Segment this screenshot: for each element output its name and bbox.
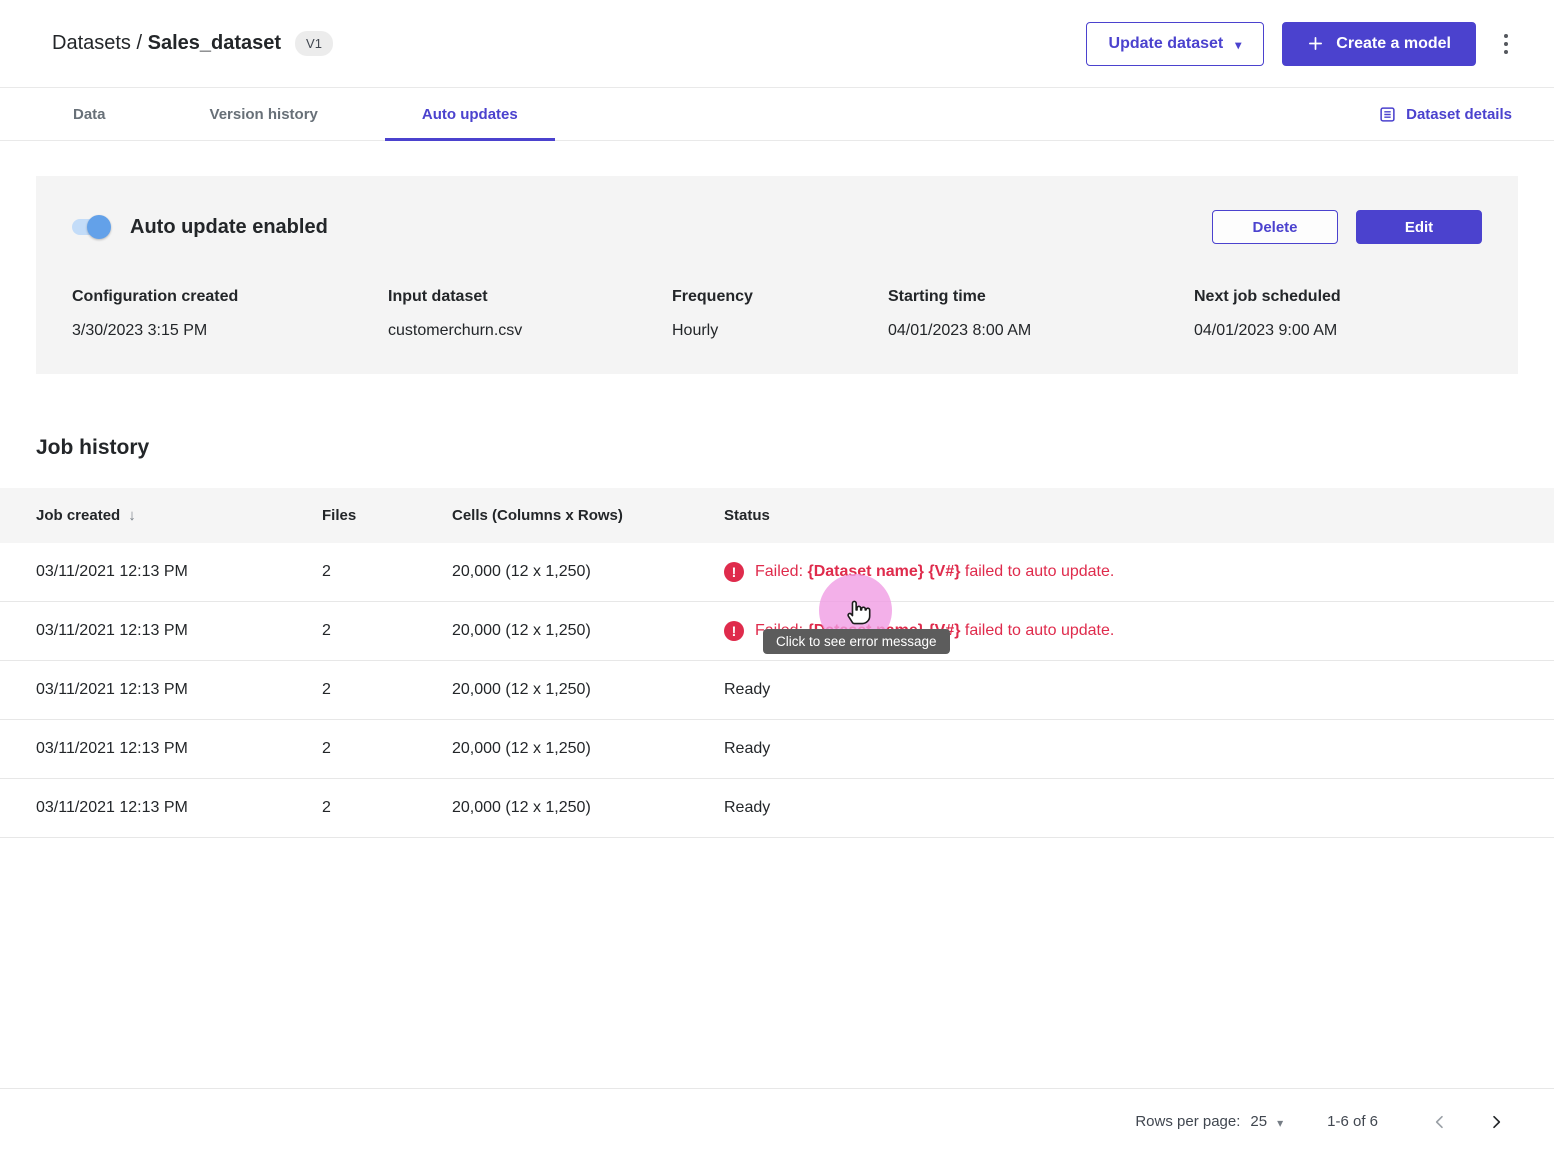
cell-job-created: 03/11/2021 12:13 PM — [0, 622, 322, 640]
cell-job-created: 03/11/2021 12:13 PM — [0, 681, 322, 699]
chevron-left-icon — [1432, 1114, 1448, 1130]
job-history-title: Job history — [36, 436, 1554, 460]
page-title: Datasets / Sales_dataset — [52, 32, 281, 55]
cell-job-created: 03/11/2021 12:13 PM — [0, 563, 322, 581]
chevron-down-icon: ▾ — [1235, 39, 1241, 51]
field-value: Hourly — [672, 322, 868, 340]
toggle-knob — [87, 215, 111, 239]
table-row: 03/11/2021 12:13 PM 2 20,000 (12 x 1,250… — [0, 779, 1554, 838]
delete-button[interactable]: Delete — [1212, 210, 1338, 244]
tab-auto-updates-label: Auto updates — [422, 106, 518, 123]
auto-update-toggle-label: Auto update enabled — [130, 216, 328, 239]
column-header-cells: Cells (Columns x Rows) — [452, 507, 724, 524]
status-text: Ready — [724, 740, 770, 758]
table-row: 03/11/2021 12:13 PM 2 20,000 (12 x 1,250… — [0, 720, 1554, 779]
status-ready: Ready — [724, 681, 1554, 699]
plus-icon — [1307, 35, 1324, 52]
status-text: Ready — [724, 799, 770, 817]
create-model-button[interactable]: Create a model — [1282, 22, 1476, 66]
cell-files: 2 — [322, 563, 452, 581]
status-text: Failed: {Dataset name} {V#} failed to au… — [755, 563, 1114, 581]
field-value: 3/30/2023 3:15 PM — [72, 322, 368, 340]
field-value: customerchurn.csv — [388, 322, 652, 340]
status-ready: Ready — [724, 740, 1554, 758]
auto-update-panel: Auto update enabled Delete Edit Configur… — [36, 176, 1518, 374]
cell-cells: 20,000 (12 x 1,250) — [452, 799, 724, 817]
field-label: Configuration created — [72, 288, 368, 306]
column-header-job-created[interactable]: Job created ↓ — [0, 507, 322, 524]
field-input-dataset: Input dataset customerchurn.csv — [388, 288, 672, 340]
tab-data[interactable]: Data — [36, 88, 143, 140]
tab-auto-updates[interactable]: Auto updates — [385, 88, 555, 140]
header-actions: Update dataset ▾ Create a model — [1086, 22, 1518, 66]
table-row: 03/11/2021 12:13 PM 2 20,000 (12 x 1,250… — [0, 543, 1554, 602]
field-label: Frequency — [672, 288, 868, 306]
field-starting-time: Starting time 04/01/2023 8:00 AM — [888, 288, 1194, 340]
auto-update-panel-buttons: Delete Edit — [1212, 210, 1482, 244]
cell-cells: 20,000 (12 x 1,250) — [452, 622, 724, 640]
update-dataset-button[interactable]: Update dataset ▾ — [1086, 22, 1265, 66]
tab-data-label: Data — [73, 106, 106, 123]
pagination-range: 1-6 of 6 — [1327, 1113, 1378, 1130]
version-badge: V1 — [295, 31, 333, 56]
chevron-down-icon: ▾ — [1277, 1117, 1283, 1129]
auto-update-fields: Configuration created 3/30/2023 3:15 PM … — [72, 288, 1482, 340]
column-header-status: Status — [724, 507, 1554, 524]
rows-per-page-select[interactable]: Rows per page: 25 ▾ — [1135, 1113, 1283, 1130]
cell-job-created: 03/11/2021 12:13 PM — [0, 799, 322, 817]
auto-update-toggle[interactable] — [72, 219, 108, 235]
job-history-table: Job created ↓ Files Cells (Columns x Rows… — [0, 488, 1554, 838]
page: Datasets / Sales_dataset V1 Update datas… — [0, 0, 1554, 1154]
cell-cells: 20,000 (12 x 1,250) — [452, 681, 724, 699]
tab-bar: Data Version history Auto updates Datase… — [0, 87, 1554, 141]
cell-cells: 20,000 (12 x 1,250) — [452, 563, 724, 581]
pagination-bar: Rows per page: 25 ▾ 1-6 of 6 — [0, 1088, 1554, 1154]
rows-per-page-label: Rows per page: — [1135, 1113, 1240, 1130]
chevron-right-icon — [1488, 1114, 1504, 1130]
cell-files: 2 — [322, 622, 452, 640]
rows-per-page-value: 25 — [1250, 1113, 1267, 1130]
document-details-icon — [1379, 106, 1396, 123]
table-header-row: Job created ↓ Files Cells (Columns x Rows… — [0, 488, 1554, 543]
hand-cursor-icon — [843, 594, 873, 631]
breadcrumb-datasets[interactable]: Datasets / — [52, 32, 148, 54]
error-icon — [724, 621, 744, 641]
dataset-details-link[interactable]: Dataset details — [1379, 88, 1518, 140]
previous-page-button[interactable] — [1426, 1108, 1454, 1136]
field-value: 04/01/2023 9:00 AM — [1194, 322, 1341, 340]
table-row: 03/11/2021 12:13 PM 2 20,000 (12 x 1,250… — [0, 661, 1554, 720]
more-actions-kebab-icon[interactable] — [1494, 29, 1518, 59]
field-next-job-scheduled: Next job scheduled 04/01/2023 9:00 AM — [1194, 288, 1361, 340]
error-icon — [724, 562, 744, 582]
auto-update-toggle-group: Auto update enabled — [72, 216, 328, 239]
cell-files: 2 — [322, 681, 452, 699]
error-tooltip: Click to see error message — [763, 629, 950, 654]
dataset-details-label: Dataset details — [1406, 106, 1512, 123]
sort-descending-icon: ↓ — [128, 507, 136, 524]
status-text: Ready — [724, 681, 770, 699]
edit-button[interactable]: Edit — [1356, 210, 1482, 244]
next-page-button[interactable] — [1482, 1108, 1510, 1136]
cell-files: 2 — [322, 740, 452, 758]
column-header-label: Job created — [36, 507, 120, 524]
tab-version-history-label: Version history — [210, 106, 318, 123]
field-label: Input dataset — [388, 288, 652, 306]
status-ready: Ready — [724, 799, 1554, 817]
create-model-label: Create a model — [1336, 35, 1451, 53]
dataset-name: Sales_dataset — [148, 32, 281, 54]
top-bar: Datasets / Sales_dataset V1 Update datas… — [0, 0, 1554, 87]
field-label: Next job scheduled — [1194, 288, 1341, 306]
field-label: Starting time — [888, 288, 1174, 306]
update-dataset-label: Update dataset — [1109, 35, 1224, 53]
cell-job-created: 03/11/2021 12:13 PM — [0, 740, 322, 758]
auto-update-panel-header: Auto update enabled Delete Edit — [72, 210, 1482, 244]
cell-files: 2 — [322, 799, 452, 817]
breadcrumb: Datasets / Sales_dataset V1 — [52, 31, 333, 56]
field-value: 04/01/2023 8:00 AM — [888, 322, 1174, 340]
field-frequency: Frequency Hourly — [672, 288, 888, 340]
column-header-files: Files — [322, 507, 452, 524]
field-configuration-created: Configuration created 3/30/2023 3:15 PM — [72, 288, 388, 340]
tab-version-history[interactable]: Version history — [173, 88, 355, 140]
cell-cells: 20,000 (12 x 1,250) — [452, 740, 724, 758]
